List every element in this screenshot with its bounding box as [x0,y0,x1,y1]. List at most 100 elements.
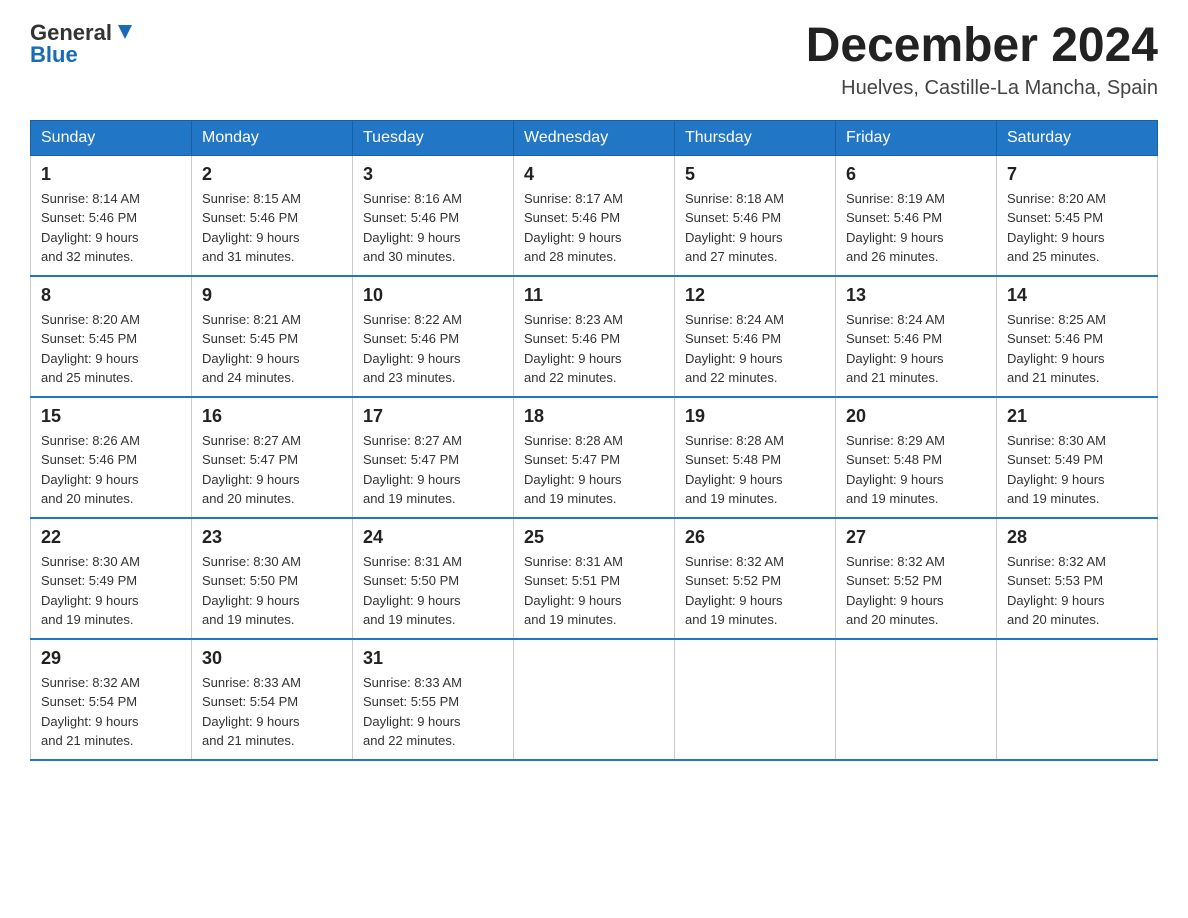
day-number: 29 [41,648,181,669]
day-info: Sunrise: 8:33 AMSunset: 5:54 PMDaylight:… [202,675,301,749]
table-row: 3 Sunrise: 8:16 AMSunset: 5:46 PMDayligh… [353,155,514,276]
day-number: 3 [363,164,503,185]
day-number: 18 [524,406,664,427]
table-row: 18 Sunrise: 8:28 AMSunset: 5:47 PMDaylig… [514,397,675,518]
table-row: 8 Sunrise: 8:20 AMSunset: 5:45 PMDayligh… [31,276,192,397]
day-number: 22 [41,527,181,548]
day-info: Sunrise: 8:32 AMSunset: 5:53 PMDaylight:… [1007,554,1106,628]
table-row [997,639,1158,760]
day-info: Sunrise: 8:33 AMSunset: 5:55 PMDaylight:… [363,675,462,749]
day-number: 5 [685,164,825,185]
day-info: Sunrise: 8:30 AMSunset: 5:50 PMDaylight:… [202,554,301,628]
table-row: 9 Sunrise: 8:21 AMSunset: 5:45 PMDayligh… [192,276,353,397]
day-info: Sunrise: 8:15 AMSunset: 5:46 PMDaylight:… [202,191,301,265]
day-number: 30 [202,648,342,669]
header-tuesday: Tuesday [353,120,514,155]
week-row-5: 29 Sunrise: 8:32 AMSunset: 5:54 PMDaylig… [31,639,1158,760]
day-info: Sunrise: 8:26 AMSunset: 5:46 PMDaylight:… [41,433,140,507]
header-saturday: Saturday [997,120,1158,155]
day-info: Sunrise: 8:31 AMSunset: 5:51 PMDaylight:… [524,554,623,628]
table-row: 10 Sunrise: 8:22 AMSunset: 5:46 PMDaylig… [353,276,514,397]
day-number: 14 [1007,285,1147,306]
day-info: Sunrise: 8:32 AMSunset: 5:52 PMDaylight:… [685,554,784,628]
header-friday: Friday [836,120,997,155]
table-row: 6 Sunrise: 8:19 AMSunset: 5:46 PMDayligh… [836,155,997,276]
header-sunday: Sunday [31,120,192,155]
table-row: 31 Sunrise: 8:33 AMSunset: 5:55 PMDaylig… [353,639,514,760]
day-info: Sunrise: 8:29 AMSunset: 5:48 PMDaylight:… [846,433,945,507]
table-row: 14 Sunrise: 8:25 AMSunset: 5:46 PMDaylig… [997,276,1158,397]
day-number: 1 [41,164,181,185]
table-row: 16 Sunrise: 8:27 AMSunset: 5:47 PMDaylig… [192,397,353,518]
day-number: 19 [685,406,825,427]
day-info: Sunrise: 8:17 AMSunset: 5:46 PMDaylight:… [524,191,623,265]
table-row: 24 Sunrise: 8:31 AMSunset: 5:50 PMDaylig… [353,518,514,639]
calendar-table: Sunday Monday Tuesday Wednesday Thursday… [30,120,1158,761]
week-row-1: 1 Sunrise: 8:14 AMSunset: 5:46 PMDayligh… [31,155,1158,276]
day-number: 25 [524,527,664,548]
table-row: 15 Sunrise: 8:26 AMSunset: 5:46 PMDaylig… [31,397,192,518]
table-row: 29 Sunrise: 8:32 AMSunset: 5:54 PMDaylig… [31,639,192,760]
table-row: 26 Sunrise: 8:32 AMSunset: 5:52 PMDaylig… [675,518,836,639]
page-header: General Blue December 2024 Huelves, Cast… [30,20,1158,100]
day-info: Sunrise: 8:32 AMSunset: 5:52 PMDaylight:… [846,554,945,628]
day-number: 27 [846,527,986,548]
day-info: Sunrise: 8:30 AMSunset: 5:49 PMDaylight:… [1007,433,1106,507]
table-row: 2 Sunrise: 8:15 AMSunset: 5:46 PMDayligh… [192,155,353,276]
day-info: Sunrise: 8:28 AMSunset: 5:47 PMDaylight:… [524,433,623,507]
day-info: Sunrise: 8:19 AMSunset: 5:46 PMDaylight:… [846,191,945,265]
day-info: Sunrise: 8:25 AMSunset: 5:46 PMDaylight:… [1007,312,1106,386]
day-info: Sunrise: 8:24 AMSunset: 5:46 PMDaylight:… [846,312,945,386]
header-monday: Monday [192,120,353,155]
day-info: Sunrise: 8:28 AMSunset: 5:48 PMDaylight:… [685,433,784,507]
day-number: 2 [202,164,342,185]
day-number: 11 [524,285,664,306]
table-row: 17 Sunrise: 8:27 AMSunset: 5:47 PMDaylig… [353,397,514,518]
day-number: 15 [41,406,181,427]
day-info: Sunrise: 8:20 AMSunset: 5:45 PMDaylight:… [1007,191,1106,265]
week-row-3: 15 Sunrise: 8:26 AMSunset: 5:46 PMDaylig… [31,397,1158,518]
day-info: Sunrise: 8:14 AMSunset: 5:46 PMDaylight:… [41,191,140,265]
table-row: 30 Sunrise: 8:33 AMSunset: 5:54 PMDaylig… [192,639,353,760]
day-number: 21 [1007,406,1147,427]
day-info: Sunrise: 8:20 AMSunset: 5:45 PMDaylight:… [41,312,140,386]
day-number: 13 [846,285,986,306]
table-row [675,639,836,760]
table-row: 21 Sunrise: 8:30 AMSunset: 5:49 PMDaylig… [997,397,1158,518]
day-info: Sunrise: 8:24 AMSunset: 5:46 PMDaylight:… [685,312,784,386]
day-number: 12 [685,285,825,306]
day-info: Sunrise: 8:32 AMSunset: 5:54 PMDaylight:… [41,675,140,749]
table-row: 28 Sunrise: 8:32 AMSunset: 5:53 PMDaylig… [997,518,1158,639]
week-row-2: 8 Sunrise: 8:20 AMSunset: 5:45 PMDayligh… [31,276,1158,397]
day-info: Sunrise: 8:21 AMSunset: 5:45 PMDaylight:… [202,312,301,386]
header-thursday: Thursday [675,120,836,155]
table-row: 12 Sunrise: 8:24 AMSunset: 5:46 PMDaylig… [675,276,836,397]
day-number: 6 [846,164,986,185]
table-row: 5 Sunrise: 8:18 AMSunset: 5:46 PMDayligh… [675,155,836,276]
days-header-row: Sunday Monday Tuesday Wednesday Thursday… [31,120,1158,155]
logo-triangle-icon [114,21,136,43]
location-subtitle: Huelves, Castille-La Mancha, Spain [806,77,1158,100]
day-info: Sunrise: 8:22 AMSunset: 5:46 PMDaylight:… [363,312,462,386]
table-row [836,639,997,760]
table-row: 7 Sunrise: 8:20 AMSunset: 5:45 PMDayligh… [997,155,1158,276]
table-row [514,639,675,760]
day-info: Sunrise: 8:16 AMSunset: 5:46 PMDaylight:… [363,191,462,265]
table-row: 1 Sunrise: 8:14 AMSunset: 5:46 PMDayligh… [31,155,192,276]
day-number: 31 [363,648,503,669]
day-number: 24 [363,527,503,548]
header-wednesday: Wednesday [514,120,675,155]
day-number: 16 [202,406,342,427]
table-row: 13 Sunrise: 8:24 AMSunset: 5:46 PMDaylig… [836,276,997,397]
day-info: Sunrise: 8:30 AMSunset: 5:49 PMDaylight:… [41,554,140,628]
day-number: 26 [685,527,825,548]
day-number: 17 [363,406,503,427]
title-section: December 2024 Huelves, Castille-La Manch… [806,20,1158,100]
day-number: 8 [41,285,181,306]
day-info: Sunrise: 8:23 AMSunset: 5:46 PMDaylight:… [524,312,623,386]
day-info: Sunrise: 8:27 AMSunset: 5:47 PMDaylight:… [363,433,462,507]
day-number: 7 [1007,164,1147,185]
day-number: 4 [524,164,664,185]
week-row-4: 22 Sunrise: 8:30 AMSunset: 5:49 PMDaylig… [31,518,1158,639]
day-number: 23 [202,527,342,548]
